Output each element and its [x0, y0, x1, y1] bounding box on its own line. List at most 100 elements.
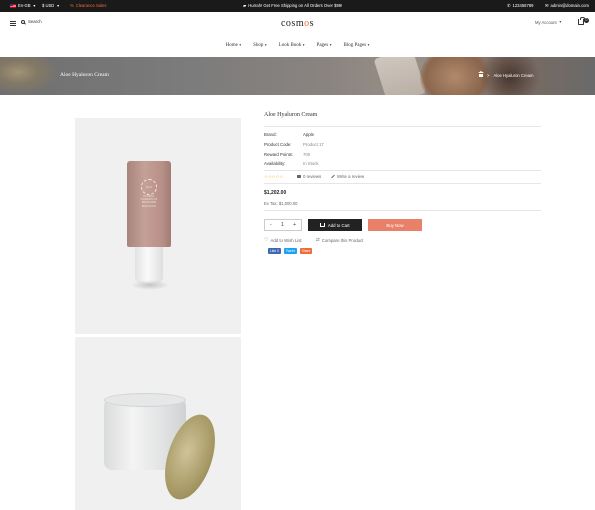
- currency-selector[interactable]: $ USD ▼: [42, 0, 60, 12]
- add-to-cart-button[interactable]: Add to Cart: [308, 219, 362, 231]
- nav-label: Shop: [253, 42, 264, 48]
- email-text: admin@domain.com: [550, 3, 589, 8]
- product-title: Aloe Hyaluron Cream: [264, 112, 318, 118]
- quantity-stepper: - 1 +: [264, 219, 302, 231]
- spec-product-code: Product Code: Product 17: [264, 142, 324, 147]
- breadcrumb-separator: >: [487, 73, 490, 78]
- cream-tube: No.5 FLORAL COSMETICS SKINCARE MOCKUPS: [127, 161, 171, 247]
- facebook-like-button[interactable]: Like 0: [268, 248, 281, 254]
- wishlist-link[interactable]: ♡ Add to Wish List: [264, 237, 302, 243]
- spec-value: Product 17: [303, 142, 324, 147]
- language-label: En-GB: [18, 3, 31, 8]
- clearance-label: Clearance Sales: [75, 3, 107, 8]
- nav-item-pages[interactable]: Pages ▾: [317, 40, 332, 50]
- percent-icon: %: [70, 3, 74, 8]
- home-icon[interactable]: [478, 71, 484, 78]
- brand-link[interactable]: Apple: [303, 132, 314, 137]
- qty-decrease-button[interactable]: -: [270, 222, 272, 228]
- uk-flag-icon: [10, 4, 16, 8]
- product-image-main[interactable]: No.5 FLORAL COSMETICS SKINCARE MOCKUPS: [75, 118, 241, 334]
- chevron-down-icon: ▼: [56, 4, 60, 8]
- header: Search cosmos My Account ▼ 0: [0, 12, 595, 36]
- tube-label-text: FLORAL COSMETICS SKINCARE MOCKUPS: [140, 195, 158, 208]
- cart-icon: [320, 223, 325, 227]
- phone-link[interactable]: ✆ 123456789: [507, 0, 533, 12]
- chevron-down-icon: ▾: [329, 43, 332, 47]
- jar-rim: [104, 393, 186, 407]
- page-banner: Aloe Hyaluron Cream > Aloe Hyaluron Crea…: [0, 57, 595, 95]
- account-menu[interactable]: My Account ▼: [535, 20, 562, 25]
- compare-label: Compare this Product: [321, 237, 364, 243]
- chevron-down-icon: ▾: [302, 43, 305, 47]
- email-link[interactable]: ✉ admin@domain.com: [545, 0, 589, 12]
- chevron-down-icon: ▾: [367, 43, 370, 47]
- nav-label: Look Book: [278, 42, 302, 48]
- spec-key: Reward Points:: [264, 152, 294, 157]
- add-to-cart-label: Add to Cart: [327, 222, 350, 228]
- mail-icon: ✉: [545, 3, 549, 8]
- write-review-link[interactable]: Write a review: [331, 174, 364, 179]
- top-bar: En-GB ▼ $ USD ▼ % Clearance Sales ▰ Hurr…: [0, 0, 595, 12]
- ex-tax-price: Ex Tax: $1,000.00: [264, 201, 298, 206]
- tube-cap: [135, 247, 163, 283]
- tube-shadow: [131, 280, 169, 290]
- divider: [264, 183, 541, 184]
- spec-value: In Stock: [303, 161, 319, 166]
- cart-count-badge: 0: [584, 18, 589, 23]
- site-logo[interactable]: cosmos: [0, 18, 595, 29]
- truck-icon: ▰: [243, 3, 247, 8]
- qty-increase-button[interactable]: +: [293, 222, 296, 228]
- compare-icon: ⇄: [316, 237, 320, 242]
- nav-item-shop[interactable]: Shop ▾: [253, 40, 267, 50]
- promo-message: ▰ Hurrah! Get Free Shipping on All Order…: [243, 0, 342, 12]
- language-selector[interactable]: En-GB ▼: [10, 0, 36, 12]
- spec-brand: Brand: Apple: [264, 132, 314, 137]
- pencil-icon: [331, 174, 335, 179]
- divider: [264, 126, 541, 127]
- banner-bottle-image: [373, 57, 427, 95]
- reviews-link[interactable]: 0 reviews: [297, 174, 321, 179]
- breadcrumb-current[interactable]: Aloe Hyaluron Cream: [493, 73, 533, 78]
- spec-key: Availability:: [264, 161, 286, 166]
- divider: [264, 210, 541, 211]
- tube-seal: No.5: [141, 179, 157, 195]
- spec-availability: Availability: In Stock: [264, 161, 319, 166]
- currency-label: $ USD: [42, 3, 55, 8]
- spec-reward-points: Reward Points: 700: [264, 152, 310, 157]
- tube-badge: No.5: [146, 186, 152, 189]
- promo-text: Hurrah! Get Free Shipping on All Orders …: [248, 3, 343, 8]
- comment-icon: [297, 174, 301, 179]
- rating-stars: ☆☆☆☆☆: [264, 174, 284, 179]
- account-label: My Account: [535, 20, 557, 25]
- phone-icon: ✆: [507, 3, 511, 8]
- chevron-down-icon: ▼: [32, 4, 37, 8]
- qty-value[interactable]: 1: [281, 222, 284, 228]
- nav-label: Blog Pages: [343, 42, 367, 48]
- main-nav: Home ▾ Shop ▾ Look Book ▾ Pages ▾ Blog Pages…: [0, 40, 595, 50]
- nav-item-blog-pages[interactable]: Blog Pages ▾: [343, 40, 369, 50]
- clearance-link[interactable]: % Clearance Sales: [70, 0, 106, 12]
- page-title: Aloe Hyaluron Cream: [60, 72, 109, 78]
- wishlist-label: Add to Wish List: [270, 237, 302, 243]
- heart-icon: ♡: [264, 237, 269, 243]
- share-button[interactable]: Share: [299, 248, 313, 254]
- phone-text: 123456789: [512, 3, 534, 8]
- breadcrumb: > Aloe Hyaluron Cream: [478, 71, 533, 78]
- nav-item-look-book[interactable]: Look Book ▾: [279, 40, 305, 50]
- spec-key: Brand:: [264, 132, 277, 137]
- twitter-tweet-button[interactable]: Tweet: [283, 248, 297, 254]
- write-review-label: Write a review: [337, 174, 365, 179]
- logo-text-end: s: [309, 18, 314, 29]
- logo-text: cosm: [280, 18, 305, 29]
- share-buttons: Like 0 Tweet Share: [268, 248, 313, 254]
- nav-item-home[interactable]: Home ▾: [226, 40, 242, 50]
- buy-now-button[interactable]: Buy Now: [368, 219, 422, 231]
- product-image-secondary[interactable]: [75, 337, 241, 510]
- product-price: $1,202.00: [264, 190, 287, 196]
- spec-value: 700: [303, 152, 311, 157]
- chevron-down-icon: ▾: [264, 43, 267, 47]
- nav-label: Home: [225, 42, 238, 48]
- reviews-label: 0 reviews: [303, 174, 322, 179]
- banner-decoration: [0, 57, 60, 95]
- compare-link[interactable]: ⇄ Compare this Product: [316, 237, 363, 243]
